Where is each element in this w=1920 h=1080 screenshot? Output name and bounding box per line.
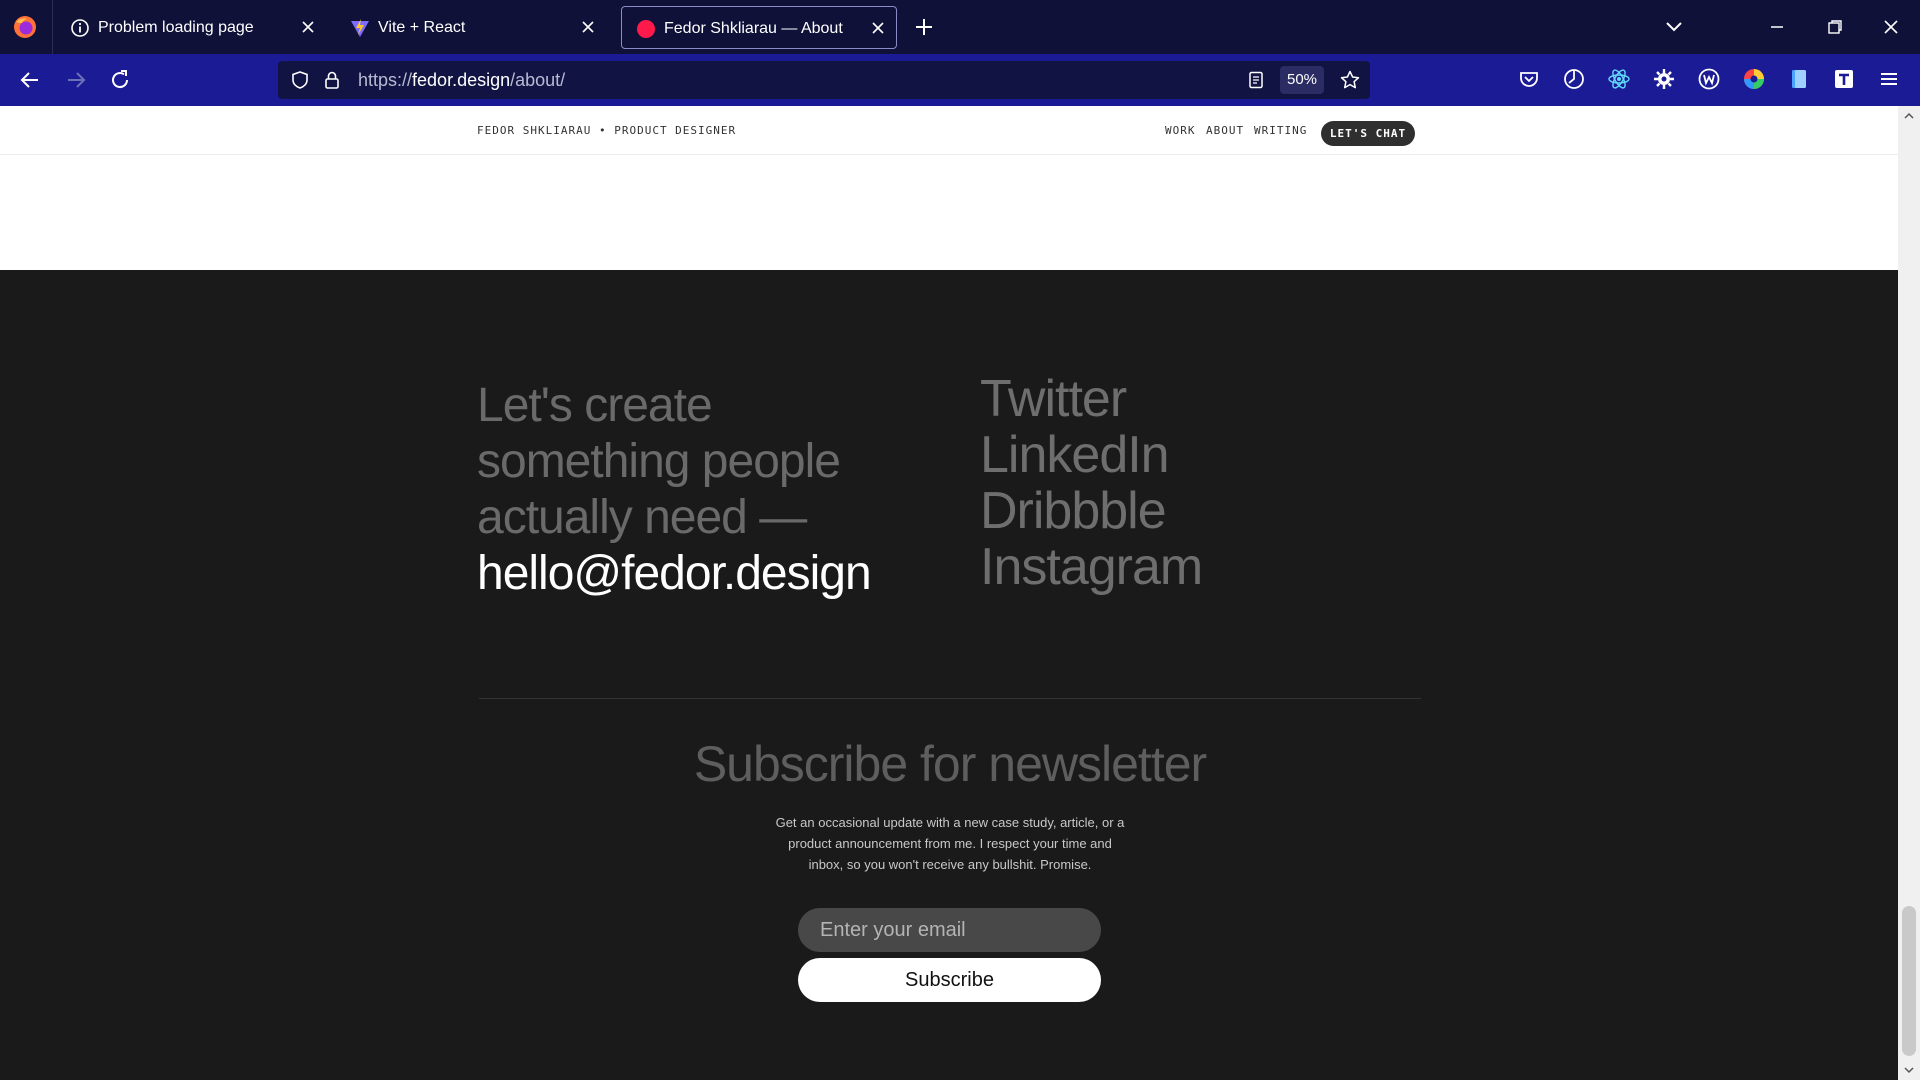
favicon-dot-icon: [637, 20, 655, 38]
newsletter-title: Subscribe for newsletter: [693, 736, 1207, 792]
tab-title: Vite + React: [378, 19, 466, 36]
w-extension-icon[interactable]: [1696, 66, 1722, 92]
close-tab-icon[interactable]: [300, 19, 316, 35]
social-links: Twitter LinkedIn Dribbble Instagram: [980, 371, 1203, 595]
subscribe-button[interactable]: Subscribe: [798, 958, 1101, 1002]
firefox-menu-icon[interactable]: [12, 14, 38, 40]
address-bar[interactable]: https://fedor.design/about/ 50%: [278, 61, 1370, 99]
reload-icon[interactable]: [107, 67, 133, 93]
close-tab-icon[interactable]: [580, 19, 596, 35]
social-link-dribbble[interactable]: Dribbble: [980, 483, 1202, 539]
restore-icon[interactable]: [1822, 14, 1848, 40]
newsletter-email-input[interactable]: [798, 908, 1101, 952]
contact-email-link[interactable]: hello@fedor.design: [477, 546, 997, 602]
color-picker-icon[interactable]: [1741, 66, 1767, 92]
tab-bar: Problem loading page Vite + React Fedor …: [0, 0, 1920, 54]
tab-problem-loading[interactable]: Problem loading page: [56, 6, 326, 49]
forward-arrow-icon[interactable]: [63, 67, 89, 93]
cta-line-3: actually need —: [477, 491, 807, 544]
social-link-twitter[interactable]: Twitter: [980, 371, 1202, 427]
hamburger-menu-icon[interactable]: [1876, 66, 1902, 92]
tab-title: Problem loading page: [98, 19, 254, 36]
tab-separator: [52, 0, 53, 54]
page-scrollbar[interactable]: [1898, 106, 1920, 1080]
nav-writing[interactable]: WRITING: [1254, 124, 1307, 137]
tab-vite-react[interactable]: Vite + React: [336, 6, 606, 49]
newsletter-description: Get an occasional update with a new case…: [775, 815, 1125, 872]
list-all-tabs-chevron-icon[interactable]: [1661, 14, 1687, 40]
bookmark-star-icon[interactable]: [1339, 69, 1361, 91]
scroll-down-arrow-icon[interactable]: [1903, 1064, 1915, 1076]
lock-icon[interactable]: [323, 70, 341, 90]
url-text[interactable]: https://fedor.design/about/: [358, 70, 565, 90]
tab-fedor-about[interactable]: Fedor Shkliarau — About: [621, 6, 897, 49]
file-extension-icon[interactable]: [1786, 66, 1812, 92]
close-window-icon[interactable]: [1878, 14, 1904, 40]
scroll-up-arrow-icon[interactable]: [1903, 110, 1915, 122]
cta-line-2: something people: [477, 435, 841, 488]
nav-work[interactable]: WORK: [1165, 124, 1196, 137]
site-header: FEDOR SHKLIARAU • PRODUCT DESIGNER WORK …: [0, 106, 1898, 155]
cta-line-1: Let's create: [477, 379, 713, 432]
nav-about[interactable]: ABOUT: [1206, 124, 1244, 137]
info-icon: [71, 19, 89, 37]
lets-chat-button[interactable]: LET'S CHAT: [1321, 121, 1415, 146]
minimize-icon[interactable]: [1764, 14, 1790, 40]
footer-section: Let's create something people actually n…: [0, 270, 1898, 1080]
scrollbar-thumb[interactable]: [1902, 906, 1916, 1056]
pocket-icon[interactable]: [1516, 66, 1542, 92]
page-viewport: FEDOR SHKLIARAU • PRODUCT DESIGNER WORK …: [0, 106, 1898, 1080]
close-tab-icon[interactable]: [870, 20, 886, 36]
gear-extension-icon[interactable]: [1651, 66, 1677, 92]
vite-icon: [351, 19, 369, 37]
url-path: /about/: [510, 70, 566, 90]
footer-divider: [479, 698, 1421, 699]
reader-view-icon[interactable]: [1246, 70, 1266, 90]
url-scheme: https://: [358, 70, 413, 90]
tab-title: Fedor Shkliarau — About: [664, 20, 843, 37]
social-link-linkedin[interactable]: LinkedIn: [980, 427, 1202, 483]
zoom-level-button[interactable]: 50%: [1280, 66, 1324, 94]
social-link-instagram[interactable]: Instagram: [980, 539, 1203, 595]
t-extension-icon[interactable]: [1831, 66, 1857, 92]
tracking-shield-icon[interactable]: [290, 70, 310, 90]
url-host: fedor.design: [412, 70, 511, 90]
new-tab-plus-icon[interactable]: [912, 15, 936, 39]
site-brand[interactable]: FEDOR SHKLIARAU • PRODUCT DESIGNER: [477, 124, 736, 137]
power-timer-icon[interactable]: [1561, 66, 1587, 92]
back-arrow-icon[interactable]: [17, 67, 43, 93]
contact-cta: Let's create something people actually n…: [477, 378, 997, 602]
react-devtools-icon[interactable]: [1606, 66, 1632, 92]
